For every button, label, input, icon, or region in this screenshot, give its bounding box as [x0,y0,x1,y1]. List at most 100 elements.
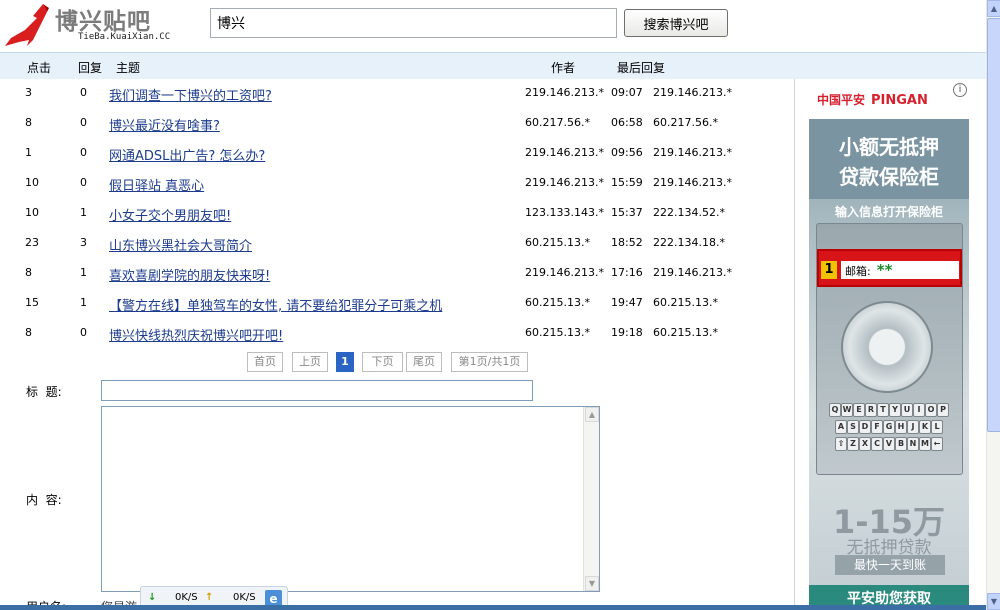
thread-time: 15:37 [611,206,643,219]
column-topic: 主题 [116,61,141,75]
thread-time: 19:18 [611,326,643,339]
ad-key: N [907,437,919,451]
download-speed: 0K/S [175,592,198,603]
content-label: 内 容: [26,493,62,507]
column-clicks: 点击 [27,61,52,75]
thread-replies: 0 [80,176,87,189]
search-button[interactable]: 搜索博兴吧 [624,9,728,37]
ad-key: S [847,420,859,434]
page-header: 博兴贴吧 TieBa.KuaiXian.CC 搜索博兴吧 [0,0,986,52]
pager-first-button[interactable]: 首页 [247,352,283,372]
thread-last-reply: 222.134.52.* [653,206,725,219]
search-input[interactable] [210,8,617,38]
ad-key: A [835,420,847,434]
thread-title-link[interactable]: 博兴最近没有啥事? [109,115,220,134]
scroll-down-icon[interactable]: ▼ [987,593,1000,610]
pager-next-button[interactable]: 下页 [362,352,403,372]
ad-email-label: 邮箱: [845,265,871,278]
thread-time: 09:56 [611,146,643,159]
ad-brand-en: PINGAN [871,93,928,108]
scroll-up-arrow-icon[interactable]: ▲ [585,407,599,422]
ad-key: E [853,403,865,417]
ad-key: C [871,437,883,451]
thread-replies: 3 [80,236,87,249]
thread-row: 3 0 我们调查一下博兴的工资吧? 219.146.213.* 09:07 21… [0,79,794,109]
thread-author: 60.215.13.* [525,236,590,249]
thread-time: 17:16 [611,266,643,279]
thread-clicks: 10 [25,206,39,219]
upload-speed: 0K/S [233,592,256,603]
thread-title-link[interactable]: 假日驿站 真恶心 [109,175,204,194]
column-last-reply: 最后回复 [617,61,666,75]
ad-brand-cn: 中国平安 [817,93,866,107]
svg-text:e: e [269,592,277,606]
thread-clicks: 23 [25,236,39,249]
thread-row: 8 0 博兴快线热烈庆祝博兴吧开吧! 60.215.13.* 19:18 60.… [0,319,794,349]
ad-banner[interactable]: 中国平安 PINGAN i 小额无抵押 贷款保险柜 输入信息打开保险柜 1 邮箱:… [794,79,986,610]
thread-author: 60.215.13.* [525,326,590,339]
ad-key: I [913,403,925,417]
thread-replies: 0 [80,86,87,99]
ad-key: Y [889,403,901,417]
thread-author: 219.146.213.* [525,176,604,189]
thread-last-reply: 60.215.13.* [653,326,718,339]
ad-email-field: 邮箱: ** [841,261,959,279]
ad-key: M [919,437,931,451]
thread-clicks: 8 [25,116,32,129]
thread-row: 8 1 喜欢喜剧学院的朋友快来呀! 219.146.213.* 17:16 21… [0,259,794,289]
ad-key: H [895,420,907,434]
ad-step-number: 1 [821,261,837,279]
site-logo[interactable]: 博兴贴吧 TieBa.KuaiXian.CC [3,0,170,50]
ad-key: X [859,437,871,451]
upload-arrow-icon: ↑ [205,592,214,603]
column-replies: 回复 [78,61,103,75]
thread-title-link[interactable]: 博兴快线热烈庆祝博兴吧开吧! [109,325,283,344]
thread-title-link[interactable]: 网通ADSL出广告? 怎么办? [109,145,265,164]
thread-replies: 1 [80,266,87,279]
thread-title-link[interactable]: 【警方在线】单独驾车的女性, 请不要给犯罪分子可乘之机 [109,295,442,314]
ad-keyboard: QWERTYUIOP ASDFGHJKL ⇧ Z X C V B N M ← [815,401,963,452]
scrollbar-thumb[interactable] [987,18,1000,432]
thread-row: 10 1 小女子交个男朋友吧! 123.133.143.* 15:37 222.… [0,199,794,229]
ad-cta-button[interactable]: 最快一天到账 [835,555,945,575]
pager-last-button[interactable]: 尾页 [406,352,442,372]
post-title-input[interactable] [101,380,533,401]
thread-replies: 0 [80,116,87,129]
thread-title-link[interactable]: 山东博兴黑社会大哥简介 [109,235,252,254]
thread-author: 219.146.213.* [525,86,604,99]
pager-current-page[interactable]: 1 [336,352,354,372]
pager-prev-button[interactable]: 上页 [292,352,328,372]
post-content-textarea[interactable]: ▲ ▼ [101,406,600,592]
thread-last-reply: 60.215.13.* [653,296,718,309]
thread-time: 09:07 [611,86,643,99]
thread-author: 60.217.56.* [525,116,590,129]
logo-title: 博兴贴吧 [55,9,151,35]
window-bottom-edge [0,605,986,610]
ad-key: T [877,403,889,417]
ad-info-icon[interactable]: i [953,83,967,97]
thread-replies: 0 [80,326,87,339]
thread-last-reply: 219.146.213.* [653,86,732,99]
thread-row: 8 0 博兴最近没有啥事? 60.217.56.* 06:58 60.217.5… [0,109,794,139]
thread-author: 219.146.213.* [525,266,604,279]
thread-author: 219.146.213.* [525,146,604,159]
thread-row: 1 0 网通ADSL出广告? 怎么办? 219.146.213.* 09:56 … [0,139,794,169]
download-arrow-icon: ↓ [148,592,157,603]
thread-time: 18:52 [611,236,643,249]
ad-subheadline: 输入信息打开保险柜 [834,205,943,219]
ad-key: Z [847,437,859,451]
thread-title-link[interactable]: 喜欢喜剧学院的朋友快来呀! [109,265,270,284]
thread-row: 23 3 山东博兴黑社会大哥简介 60.215.13.* 18:52 222.1… [0,229,794,259]
page-scrollbar[interactable]: ▲ ▼ [986,0,1000,610]
thread-title-link[interactable]: 我们调查一下博兴的工资吧? [109,85,272,104]
ad-creative[interactable]: 小额无抵押 贷款保险柜 输入信息打开保险柜 1 邮箱: ** QWERTYUIOP… [809,119,969,610]
thread-clicks: 15 [25,296,39,309]
pagination: 首页 上页 1 下页 尾页 第1页/共1页 [0,352,794,374]
textarea-scrollbar[interactable]: ▲ ▼ [583,407,599,591]
scroll-down-arrow-icon[interactable]: ▼ [585,576,599,591]
thread-last-reply: 219.146.213.* [653,146,732,159]
thread-clicks: 10 [25,176,39,189]
ad-key: Q [829,403,841,417]
thread-title-link[interactable]: 小女子交个男朋友吧! [109,205,231,224]
scroll-up-icon[interactable]: ▲ [987,0,1000,17]
